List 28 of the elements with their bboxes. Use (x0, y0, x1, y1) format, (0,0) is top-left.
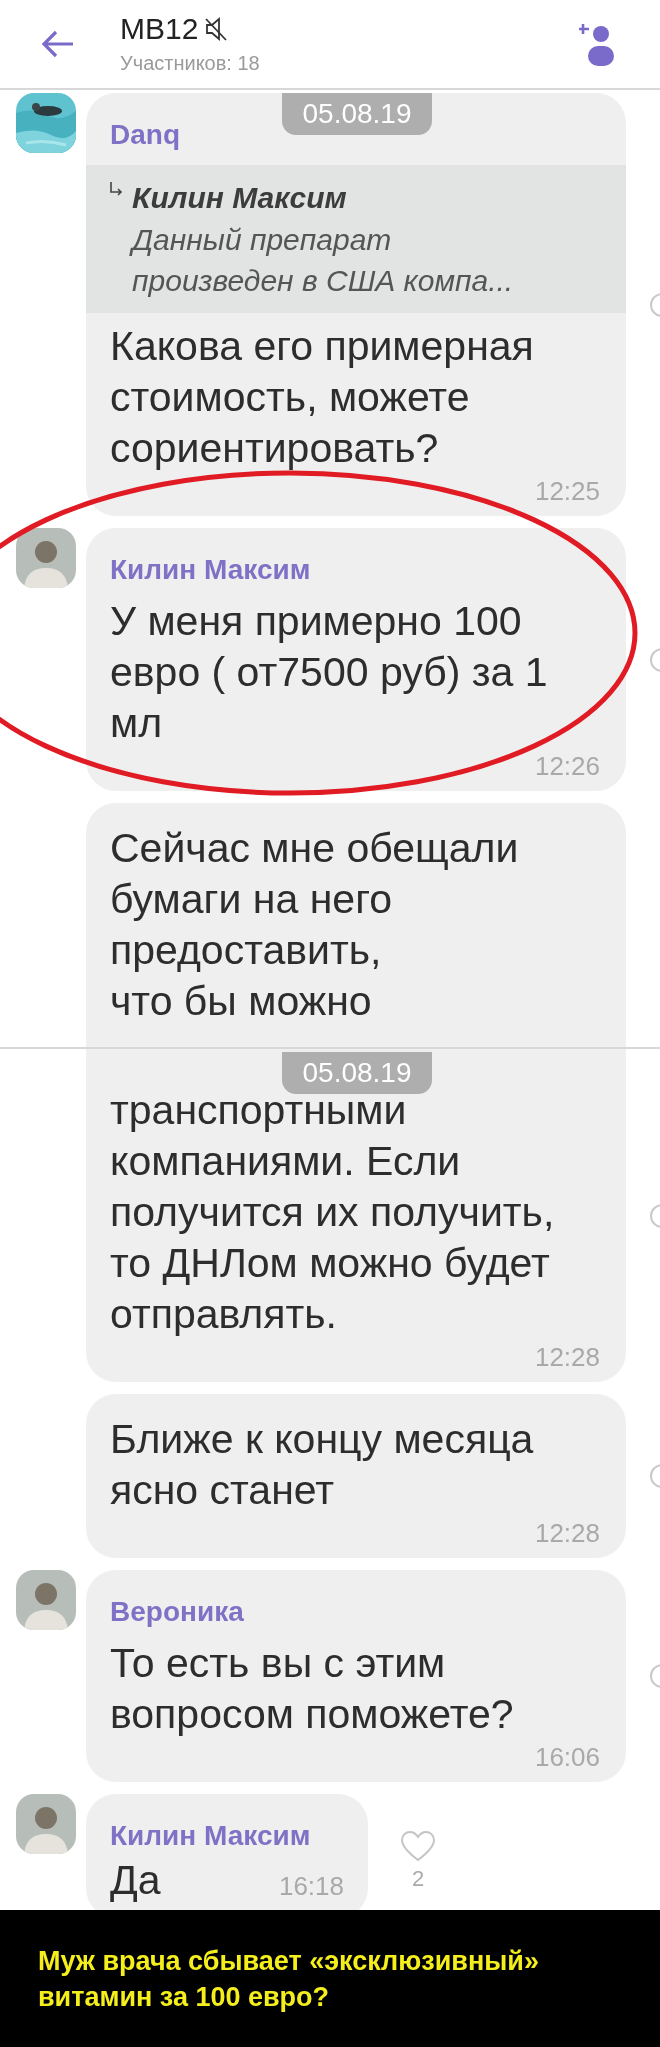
back-arrow-icon (41, 29, 75, 59)
avatar (16, 1794, 76, 1854)
message-text: Какова его примерная стоимость, можете сориентировать? (110, 322, 535, 473)
message-text: То есть вы с этим вопросом поможете? (110, 1639, 515, 1739)
add-person-icon (579, 22, 617, 66)
date-badge: 05.08.19 (282, 1052, 432, 1094)
sender-name: Килин Максим (110, 1820, 311, 1851)
message-time: 12:28 (534, 1517, 600, 1550)
like-count: 2 (411, 1866, 425, 1892)
avatar (16, 528, 76, 588)
chat-title: MB12 (120, 11, 199, 47)
message-time: 12:25 (534, 475, 600, 508)
message-text: У меня примерно 100 евро ( от7500 руб) за 1 мл (110, 597, 549, 748)
message-time: 16:06 (534, 1741, 600, 1774)
message-time: 12:26 (534, 750, 600, 783)
message-time: 16:18 (278, 1870, 344, 1903)
message-text: Ближе к концу месяца ясно станет (110, 1415, 535, 1515)
message-time: 12:28 (534, 1341, 600, 1374)
sender-name: Килин Максим (110, 554, 311, 585)
participants-count: Участников: 18 (120, 51, 261, 76)
avatar (16, 1570, 76, 1630)
message-text: Сейчас мне обещали бумаги на него предоставить, что бы можно (110, 824, 520, 1026)
sender-name: Danq (110, 119, 180, 150)
date-badge: 05.08.19 (282, 93, 432, 135)
sender-name: Вероника (110, 1596, 244, 1627)
caption-text: Муж врача сбывает «эксклюзивный» витамин за 100 евро? (38, 1944, 539, 2014)
message-text: Да (110, 1856, 161, 1905)
quote-sender: Килин Максим (132, 180, 348, 216)
